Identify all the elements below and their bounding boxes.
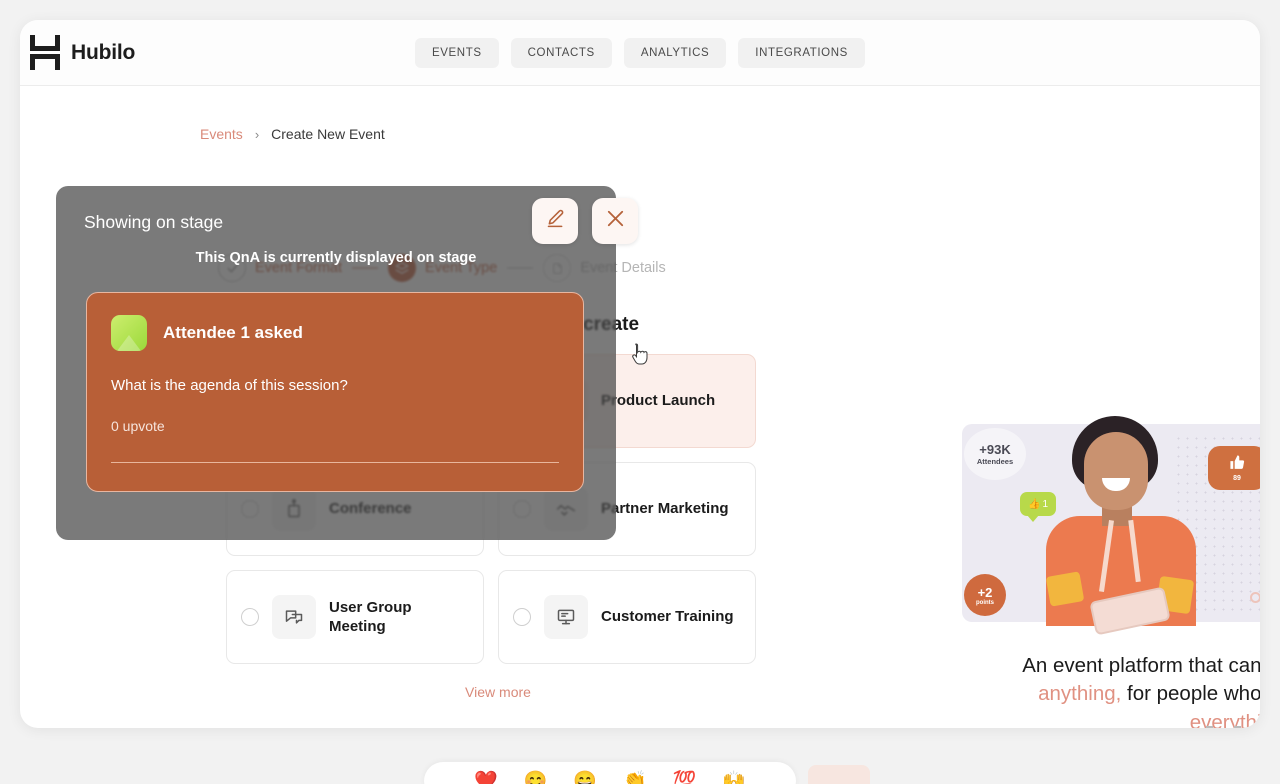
breadcrumb-events-link[interactable]: Events bbox=[200, 126, 243, 142]
reaction-extra-button[interactable] bbox=[808, 765, 870, 784]
edit-pencil-icon bbox=[545, 208, 566, 234]
app-window: Hubilo EVENTS CONTACTS ANALYTICS INTEGRA… bbox=[20, 20, 1260, 728]
event-type-card-user-group-meeting[interactable]: User Group Meeting bbox=[226, 570, 484, 664]
brand-logo[interactable]: Hubilo bbox=[28, 33, 135, 73]
breadcrumb-current: Create New Event bbox=[271, 126, 385, 142]
points-label: points bbox=[976, 599, 994, 606]
event-type-label-customer-training: Customer Training bbox=[601, 608, 734, 626]
radio-customer-training[interactable] bbox=[513, 608, 531, 626]
reaction-emoji[interactable]: 😊 bbox=[524, 769, 548, 784]
points-badge: +2 points bbox=[964, 574, 1006, 616]
presentation-icon bbox=[544, 595, 588, 639]
breadcrumb: Events › Create New Event bbox=[200, 126, 385, 142]
likes-count: 89 bbox=[1233, 475, 1241, 482]
attendees-badge: +93K Attendees bbox=[964, 428, 1026, 480]
thumbs-up-icon bbox=[1229, 454, 1246, 474]
event-type-card-customer-training[interactable]: Customer Training bbox=[498, 570, 756, 664]
likes-badge: 89 bbox=[1208, 446, 1260, 490]
showing-on-stage-overlay: Showing on stage This QnA is currently d… bbox=[56, 186, 638, 540]
hero-illustration: +93K Attendees 89 👍 1 +2 points bbox=[950, 416, 1260, 636]
hubilo-watermark-icon bbox=[1204, 724, 1260, 728]
chat-icon bbox=[272, 595, 316, 639]
top-navigation-bar: Hubilo EVENTS CONTACTS ANALYTICS INTEGRA… bbox=[20, 20, 1260, 86]
hero-person-photo bbox=[1032, 416, 1207, 636]
brand-name: Hubilo bbox=[71, 41, 136, 64]
screen-root: Hubilo EVENTS CONTACTS ANALYTICS INTEGRA… bbox=[0, 0, 1280, 784]
tagline-highlight-1: anything, bbox=[1038, 682, 1122, 706]
view-more-link[interactable]: View more bbox=[226, 684, 770, 700]
reaction-emoji[interactable]: 👏 bbox=[623, 769, 647, 784]
reaction-emoji[interactable]: ❤️ bbox=[474, 769, 498, 784]
overlay-action-buttons bbox=[532, 198, 638, 244]
qna-header: Attendee 1 asked bbox=[111, 315, 559, 351]
attendee-avatar bbox=[111, 315, 147, 351]
tagline-line-2: for people who do bbox=[1127, 682, 1260, 706]
event-type-label-user-group-meeting: User Group Meeting bbox=[329, 598, 412, 635]
nav-tabs: EVENTS CONTACTS ANALYTICS INTEGRATIONS bbox=[415, 38, 865, 68]
thumbs-up-small-icon: 👍 bbox=[1027, 498, 1041, 510]
overlay-subtitle: This QnA is currently displayed on stage bbox=[195, 250, 477, 266]
event-type-label-partner-marketing: Partner Marketing bbox=[601, 500, 729, 518]
breadcrumb-separator-icon: › bbox=[254, 126, 260, 142]
edit-button[interactable] bbox=[532, 198, 578, 244]
reaction-emoji[interactable]: 🙌 bbox=[722, 769, 746, 784]
reaction-emoji[interactable]: 💯 bbox=[673, 769, 697, 784]
attendees-label: Attendees bbox=[976, 457, 1014, 466]
nav-tab-events[interactable]: EVENTS bbox=[415, 38, 499, 68]
tagline-line-1: An event platform that can do bbox=[1022, 654, 1260, 677]
attendees-count: +93K bbox=[979, 442, 1011, 457]
decorative-dot-icon bbox=[1250, 592, 1260, 603]
reaction-count: 1 bbox=[1042, 498, 1048, 510]
nav-tab-integrations[interactable]: INTEGRATIONS bbox=[738, 38, 865, 68]
close-button[interactable] bbox=[592, 198, 638, 244]
reaction-emoji[interactable]: 😄 bbox=[573, 769, 597, 784]
qna-author: Attendee 1 asked bbox=[163, 323, 303, 342]
qna-question: What is the agenda of this session? bbox=[111, 377, 348, 394]
close-x-icon bbox=[604, 207, 627, 235]
qna-divider bbox=[111, 462, 559, 463]
radio-user-group-meeting[interactable] bbox=[241, 608, 259, 626]
qna-upvote-count: 0 upvote bbox=[111, 418, 165, 434]
hero-tagline: An event platform that can do anything, … bbox=[960, 652, 1260, 728]
reaction-bubble: 👍 1 bbox=[1020, 492, 1056, 522]
qna-card: Attendee 1 asked What is the agenda of t… bbox=[86, 292, 584, 492]
nav-tab-analytics[interactable]: ANALYTICS bbox=[623, 38, 727, 68]
overlay-title: Showing on stage bbox=[84, 212, 224, 232]
points-value: +2 bbox=[977, 584, 993, 600]
nav-tab-contacts[interactable]: CONTACTS bbox=[510, 38, 612, 68]
event-type-label-product-launch: Product Launch bbox=[601, 392, 716, 410]
emoji-reaction-bar: ❤️ 😊 😄 👏 💯 🙌 bbox=[424, 762, 796, 784]
hubilo-logo-icon bbox=[28, 33, 62, 73]
